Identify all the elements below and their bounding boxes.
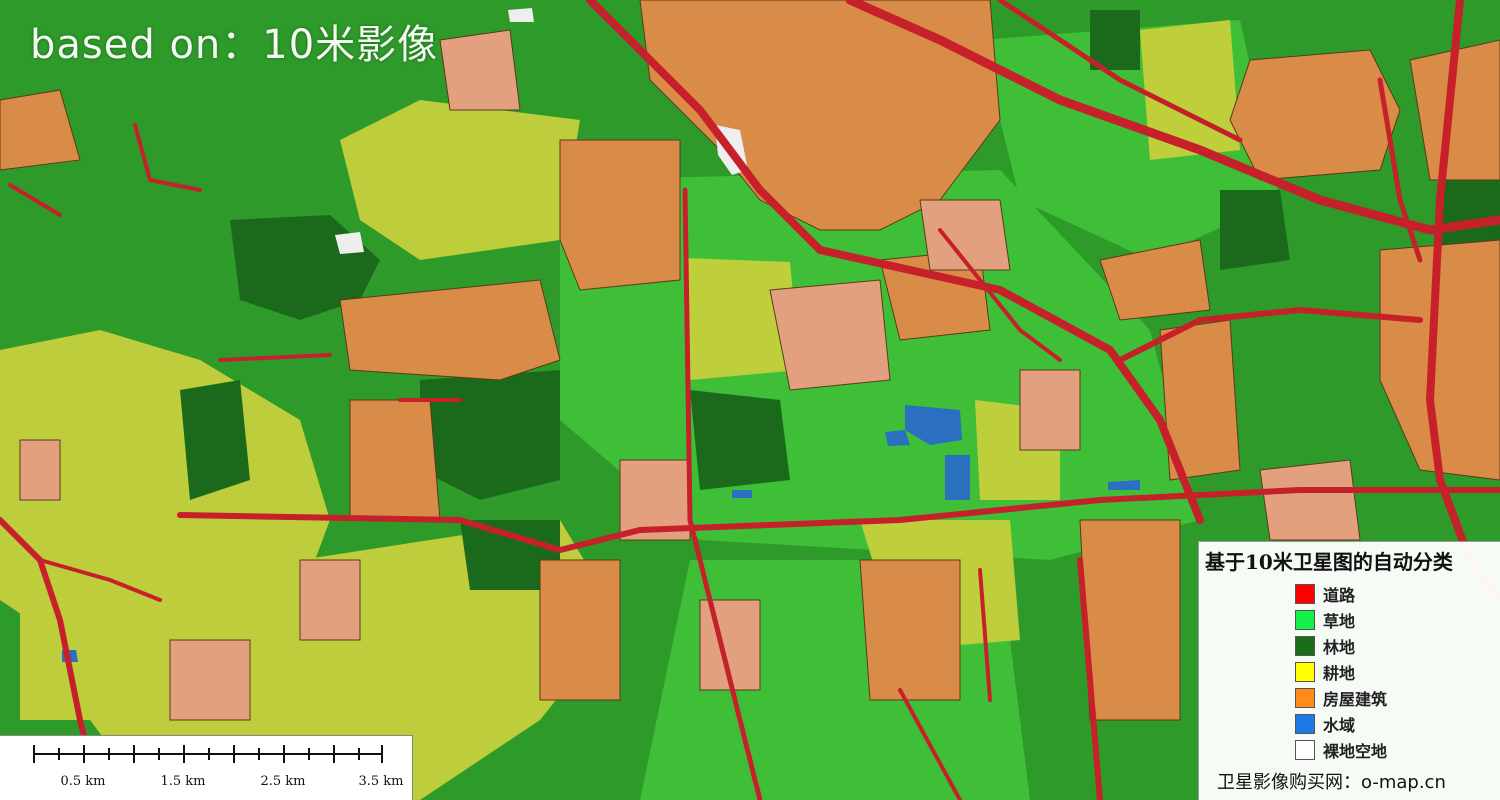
scale-tick bbox=[108, 748, 110, 760]
legend-title: 基于10米卫星图的自动分类 bbox=[1205, 550, 1453, 574]
legend-label-grass: 草地 bbox=[1323, 612, 1356, 631]
scale-bar: 0.5 km 1.5 km 2.5 km 3.5 km bbox=[0, 735, 413, 800]
legend-label-farmland: 耕地 bbox=[1323, 664, 1356, 683]
scale-tick bbox=[158, 748, 160, 760]
scale-tick bbox=[133, 745, 135, 763]
legend-swatch-building bbox=[1295, 688, 1315, 708]
map-title-overlay: based on：10米影像 bbox=[30, 22, 439, 68]
legend-panel: 基于10米卫星图的自动分类 道路 草地 林地 耕地 房屋建筑 水域 裸地空地 卫… bbox=[1198, 541, 1500, 800]
legend-swatch-water bbox=[1295, 714, 1315, 734]
scale-label: 0.5 km bbox=[60, 774, 106, 789]
legend-label-road: 道路 bbox=[1323, 586, 1356, 605]
scale-tick bbox=[33, 745, 35, 763]
scale-tick bbox=[58, 748, 60, 760]
scale-tick bbox=[83, 745, 85, 763]
scale-tick bbox=[208, 748, 210, 760]
legend-label-forest: 林地 bbox=[1323, 638, 1356, 657]
scale-tick bbox=[233, 745, 235, 763]
scale-label: 2.5 km bbox=[260, 774, 306, 789]
legend-swatch-road bbox=[1295, 584, 1315, 604]
legend-swatch-grass bbox=[1295, 610, 1315, 630]
scale-tick bbox=[333, 745, 335, 763]
legend-label-water: 水域 bbox=[1323, 716, 1356, 735]
scale-tick bbox=[258, 748, 260, 760]
scale-tick bbox=[381, 745, 383, 763]
legend-footer-source: 卫星影像购买网：o-map.cn bbox=[1217, 772, 1446, 793]
legend-swatch-farmland bbox=[1295, 662, 1315, 682]
legend-swatch-forest bbox=[1295, 636, 1315, 656]
scale-label: 3.5 km bbox=[358, 774, 404, 789]
scale-tick bbox=[283, 745, 285, 763]
map-viewer[interactable]: based on：10米影像 基于10米卫星图的自动分类 道路 草地 林地 耕地… bbox=[0, 0, 1500, 800]
scale-tick bbox=[358, 748, 360, 760]
legend-swatch-bare bbox=[1295, 740, 1315, 760]
legend-label-bare: 裸地空地 bbox=[1323, 742, 1388, 761]
legend-label-building: 房屋建筑 bbox=[1323, 690, 1388, 709]
scale-label: 1.5 km bbox=[160, 774, 206, 789]
scale-tick bbox=[183, 745, 185, 763]
scale-tick bbox=[308, 748, 310, 760]
